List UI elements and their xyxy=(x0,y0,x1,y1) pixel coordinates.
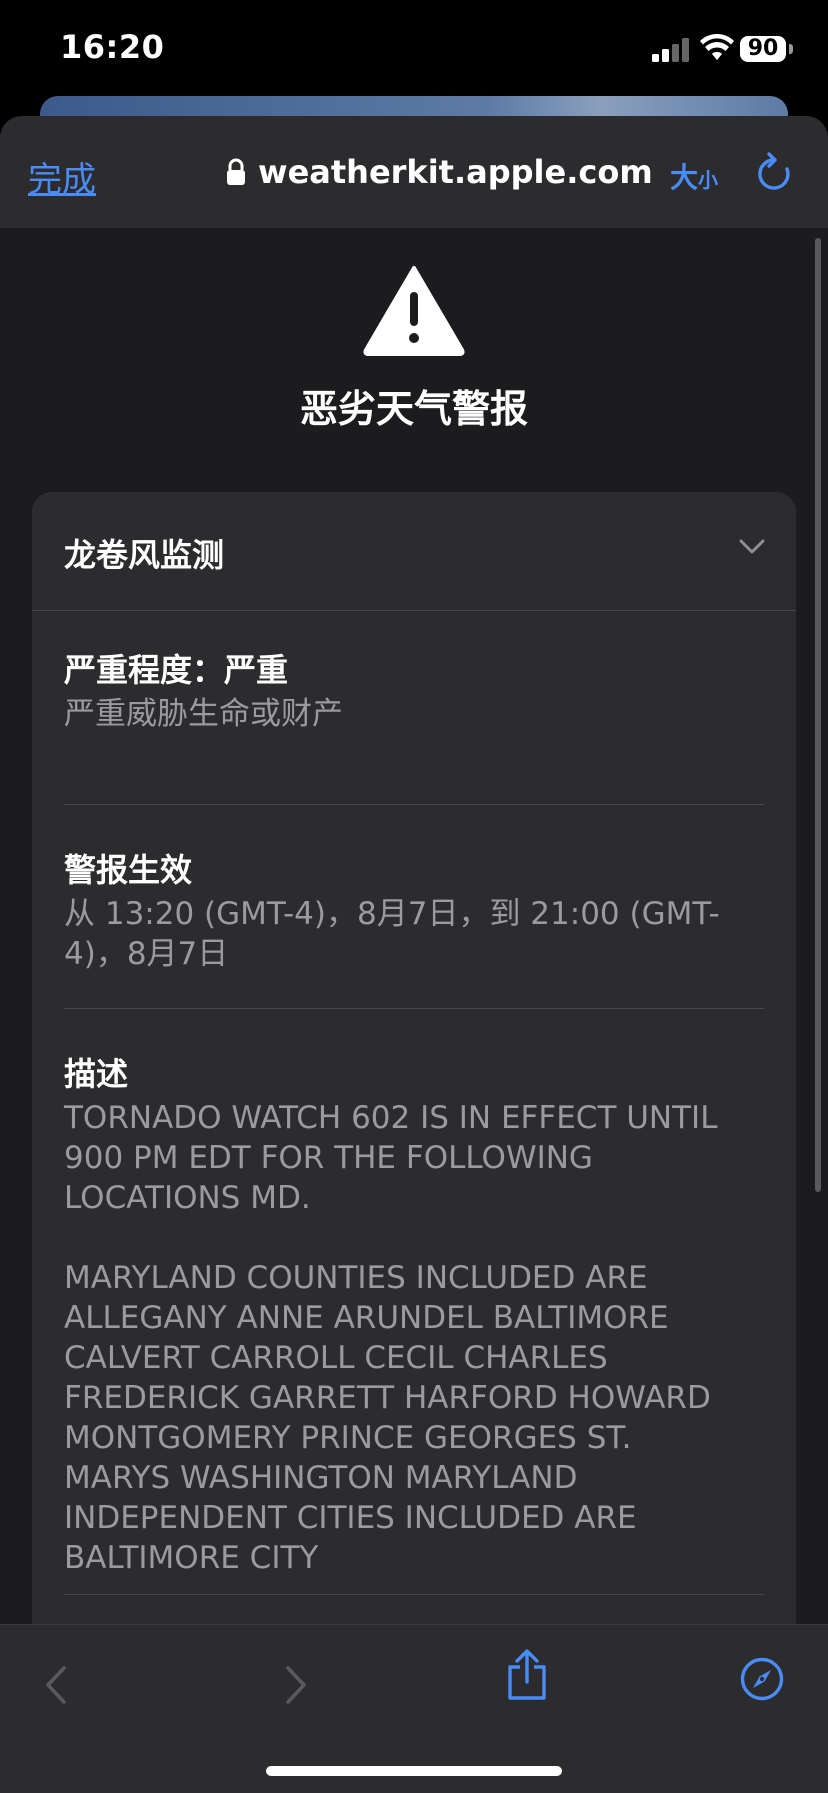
wifi-icon xyxy=(700,34,734,60)
chevron-down-icon[interactable] xyxy=(738,538,766,556)
home-indicator[interactable] xyxy=(266,1766,562,1776)
forward-arrow-icon[interactable] xyxy=(284,1665,308,1705)
warning-triangle-icon xyxy=(363,266,465,356)
effective-value: 从 13:20 (GMT-4)，8月7日，到 21:00 (GMT- 4)，8月… xyxy=(64,896,720,972)
cellular-signal-icon xyxy=(652,38,689,62)
battery-nub xyxy=(789,44,793,54)
url-text: weatherkit.apple.com xyxy=(258,153,653,191)
status-time: 16:20 xyxy=(60,28,165,66)
text-size-button[interactable]: 大小 xyxy=(670,156,718,196)
browser-sheet: 完成 weatherkit.apple.com 大小 恶劣天气警报 龙卷风监测 xyxy=(0,116,828,1792)
page-title: 恶劣天气警报 xyxy=(299,387,528,431)
description-value: TORNADO WATCH 602 IS IN EFFECT UNTIL 900… xyxy=(64,1100,718,1576)
severity-section: 严重程度：严重 严重威胁生命或财产 xyxy=(64,648,764,734)
status-bar: 16:20 90 xyxy=(0,0,828,100)
browser-nav-bar: 完成 weatherkit.apple.com 大小 xyxy=(0,116,828,229)
alert-header[interactable]: 龙卷风监测 xyxy=(32,492,796,611)
url-field[interactable]: weatherkit.apple.com xyxy=(226,150,653,194)
lock-icon xyxy=(227,158,245,185)
reload-icon[interactable] xyxy=(756,152,792,192)
divider xyxy=(64,1594,764,1595)
severity-label: 严重程度：严重 xyxy=(64,651,289,689)
divider xyxy=(64,804,764,805)
share-icon[interactable] xyxy=(506,1649,548,1701)
web-content[interactable]: 恶劣天气警报 龙卷风监测 严重程度：严重 严重威胁生命或财产 警报生效 从 13… xyxy=(0,228,828,1740)
description-label: 描述 xyxy=(64,1055,129,1093)
alert-header-title: 龙卷风监测 xyxy=(64,536,225,574)
back-arrow-icon[interactable] xyxy=(44,1665,68,1705)
size-label-main: 大 xyxy=(670,161,699,194)
alert-card: 龙卷风监测 严重程度：严重 严重威胁生命或财产 警报生效 从 13:20 (GM… xyxy=(32,492,796,1740)
done-button[interactable]: 完成 xyxy=(28,152,96,201)
severity-value: 严重威胁生命或财产 xyxy=(64,696,343,732)
size-label-small: 小 xyxy=(698,168,719,192)
battery-indicator: 90 xyxy=(740,36,786,62)
divider xyxy=(64,1008,764,1009)
compass-icon[interactable] xyxy=(740,1657,784,1701)
effective-label: 警报生效 xyxy=(64,851,193,889)
description-section: 描述 TORNADO WATCH 602 IS IN EFFECT UNTIL … xyxy=(64,1052,764,1578)
scrollbar[interactable] xyxy=(815,238,821,1192)
effective-section: 警报生效 从 13:20 (GMT-4)，8月7日，到 21:00 (GMT- … xyxy=(64,848,764,974)
